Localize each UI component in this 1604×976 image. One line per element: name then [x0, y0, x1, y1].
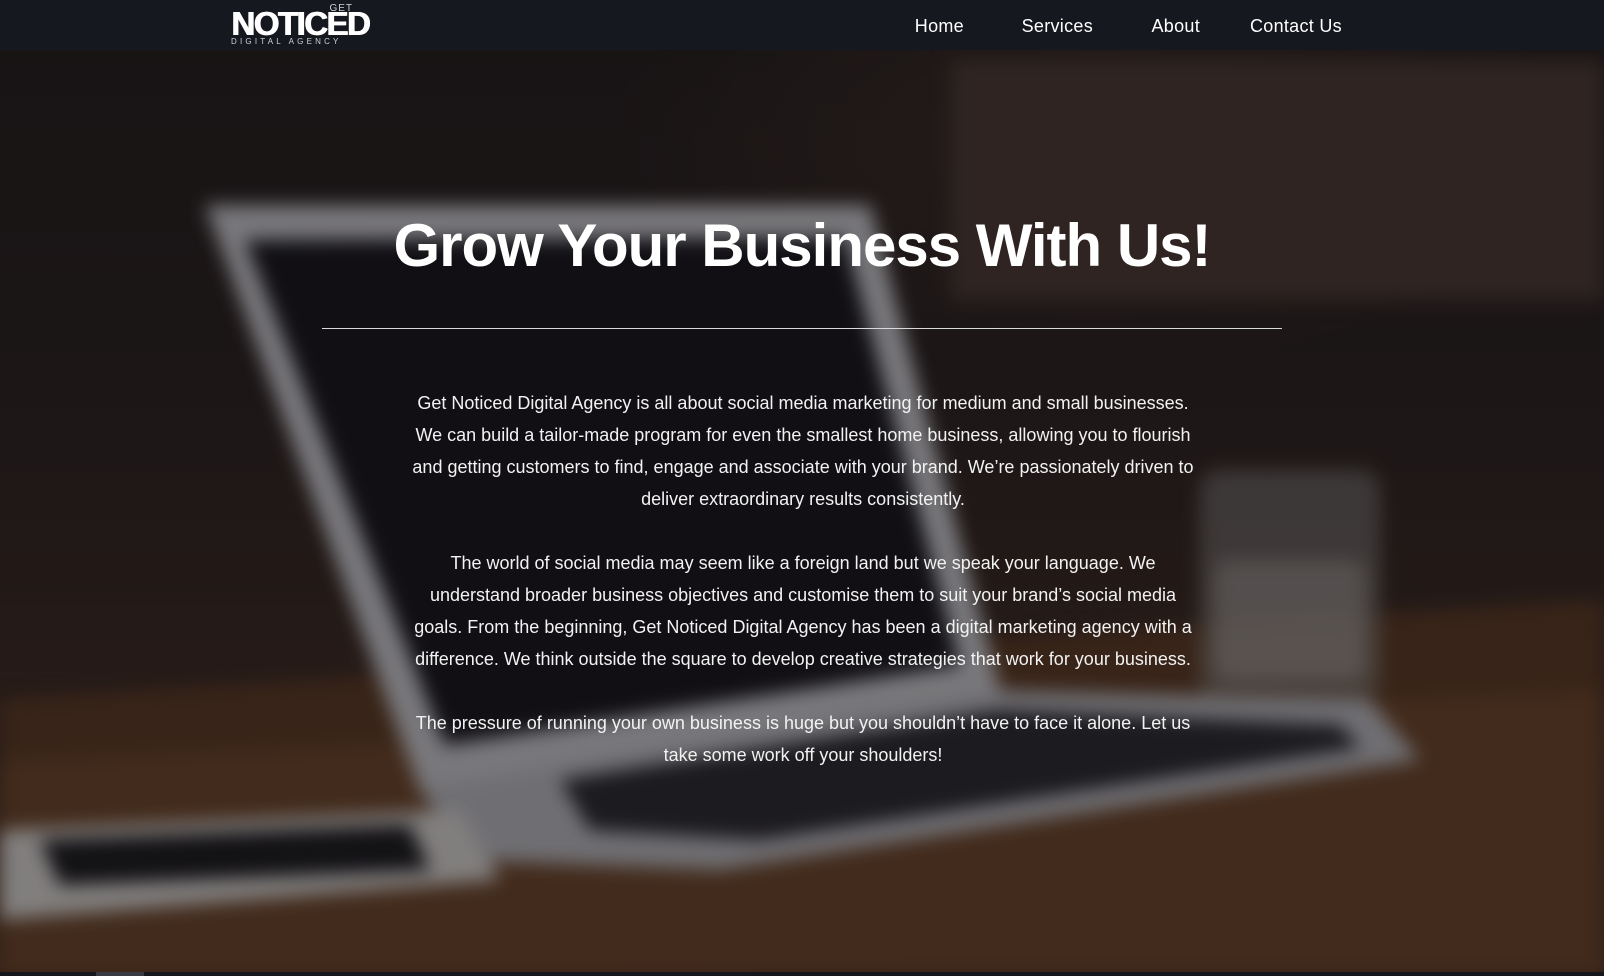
bottom-strip-marker: [96, 972, 144, 976]
nav-services[interactable]: Services: [1022, 16, 1093, 37]
logo-sub-text: DIGITAL AGENCY: [231, 37, 342, 46]
bottom-strip: [0, 972, 1604, 976]
hero-description: Get Noticed Digital Agency is all about …: [408, 387, 1198, 803]
hero-paragraph-1: Get Noticed Digital Agency is all about …: [412, 393, 1194, 509]
hero-divider: [322, 328, 1282, 329]
nav-home[interactable]: Home: [915, 16, 964, 37]
nav-contact-us[interactable]: Contact Us: [1250, 16, 1342, 37]
site-header: GET NOTICED DIGITAL AGENCY Home Services…: [0, 0, 1604, 50]
nav-about[interactable]: About: [1151, 16, 1200, 37]
hero-paragraph-2: The world of social media may seem like …: [414, 553, 1192, 669]
logo-main-text: NOTICED: [231, 5, 371, 42]
hero-paragraph-3: The pressure of running your own busines…: [415, 713, 1191, 765]
logo[interactable]: GET NOTICED DIGITAL AGENCY: [231, 4, 371, 46]
hero-title: Grow Your Business With Us!: [393, 212, 1211, 279]
